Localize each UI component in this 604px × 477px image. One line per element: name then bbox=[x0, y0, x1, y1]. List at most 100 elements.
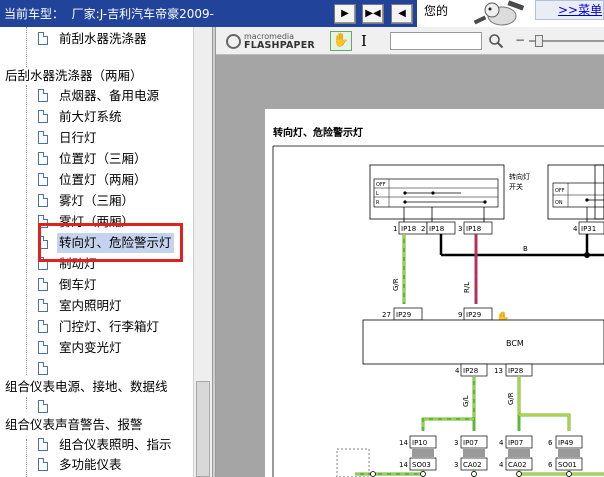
connector-so03: 14 SO03 bbox=[399, 457, 437, 471]
mascot-logo bbox=[473, 0, 525, 26]
svg-text:4: 4 bbox=[573, 225, 578, 233]
current-model-label: 当前车型： 厂家:J-吉利汽车帝豪2009- bbox=[4, 7, 215, 21]
document-icon bbox=[38, 152, 48, 165]
wiring-diagram: OFF L R 转向灯开关 OFF ON 1 IP18 2 IP18 3 IP1… bbox=[272, 145, 604, 477]
expand-icon: ▶◀ bbox=[365, 8, 381, 19]
connector-ip49: 6 IP49 bbox=[548, 435, 583, 449]
search-input[interactable] bbox=[390, 32, 482, 50]
connector-ca02-2: 4 CA02 bbox=[499, 457, 533, 471]
svg-text:CA02: CA02 bbox=[508, 461, 527, 469]
svg-text:R/L: R/L bbox=[463, 282, 471, 293]
document-icon bbox=[38, 131, 48, 144]
document-icon bbox=[38, 278, 48, 291]
flashpaper-toolbar: macromedia FLASHPAPER ✋ I − bbox=[216, 27, 604, 55]
sidebar-tree: 前刮水器洗涤器 后刮水器洗涤器（两厢） 点烟器、备用电源 前大灯系统 日行灯 位… bbox=[0, 27, 212, 477]
connector-ip31: 4 IP31 bbox=[573, 221, 604, 235]
tree-guide-line bbox=[26, 397, 27, 409]
zoom-slider[interactable]: − bbox=[515, 34, 604, 48]
svg-text:9: 9 bbox=[458, 311, 462, 319]
svg-text:IP29: IP29 bbox=[466, 311, 481, 319]
document-icon bbox=[38, 299, 48, 312]
document-page[interactable]: 转向灯、危险警示灯 OFF L R 转向灯开关 OFF ON 1 IP18 2 … bbox=[265, 109, 604, 477]
svg-text:4: 4 bbox=[499, 439, 504, 447]
svg-text:3: 3 bbox=[454, 461, 458, 469]
document-icon bbox=[38, 194, 48, 207]
tree-folder-cluster-warning[interactable]: 组合仪表声音警告、报警 bbox=[5, 415, 143, 435]
svg-text:6: 6 bbox=[548, 439, 553, 447]
zoom-slider-knob[interactable] bbox=[535, 35, 543, 47]
svg-text:B: B bbox=[523, 245, 528, 253]
tree-guide-line bbox=[26, 85, 27, 375]
document-icon bbox=[38, 32, 48, 45]
svg-text:BCM: BCM bbox=[506, 339, 524, 348]
svg-text:L: L bbox=[376, 191, 379, 197]
connector-ip29-1: 27 IP29 bbox=[382, 307, 423, 321]
svg-text:4: 4 bbox=[499, 461, 504, 469]
selection-highlight-box bbox=[38, 223, 183, 262]
svg-text:IP18: IP18 bbox=[401, 225, 416, 233]
svg-text:3: 3 bbox=[458, 225, 462, 233]
svg-text:IP07: IP07 bbox=[508, 439, 523, 447]
svg-text:IP28: IP28 bbox=[463, 367, 478, 375]
flashpaper-logo: macromedia FLASHPAPER bbox=[224, 32, 324, 51]
turn-signal-switch: OFF L R 转向灯开关 bbox=[369, 164, 530, 224]
tree-guide-line bbox=[26, 27, 27, 67]
svg-text:3: 3 bbox=[454, 439, 458, 447]
tree-folder-rear-wiper[interactable]: 后刮水器洗涤器（两厢） bbox=[5, 66, 143, 86]
macromedia-logo-icon bbox=[226, 34, 241, 49]
svg-text:G/R: G/R bbox=[392, 278, 400, 291]
sidebar-scrollbar[interactable] bbox=[193, 27, 212, 477]
tree-folder-cluster-power[interactable]: 组合仪表电源、接地、数据线 bbox=[5, 377, 168, 397]
search-icon[interactable] bbox=[488, 33, 504, 49]
connector-so01: 6 SO01 bbox=[548, 457, 583, 471]
svg-text:IP28: IP28 bbox=[508, 367, 523, 375]
triangle-left-icon: ◀ bbox=[398, 8, 406, 19]
svg-text:转向灯开关: 转向灯开关 bbox=[509, 172, 530, 191]
connector-ip28-2: 13 IP28 bbox=[494, 363, 533, 377]
document-icon bbox=[38, 341, 48, 354]
top-bar: 当前车型： 厂家:J-吉利汽车帝豪2009- ▶ ▶◀ ◀ 您的 >>菜单 bbox=[0, 0, 604, 27]
svg-text:ON: ON bbox=[555, 200, 563, 206]
bcm-module: BCM bbox=[362, 319, 604, 365]
text-cursor-icon: I bbox=[361, 32, 367, 50]
svg-text:4: 4 bbox=[455, 367, 460, 375]
document-icon bbox=[38, 438, 48, 451]
svg-text:IP49: IP49 bbox=[558, 439, 573, 447]
svg-text:R: R bbox=[376, 200, 380, 206]
connector-ip07-1: 3 IP07 bbox=[454, 435, 488, 449]
svg-text:13: 13 bbox=[494, 367, 503, 375]
document-icon bbox=[38, 110, 48, 123]
nav-prev-button[interactable]: ▶ bbox=[334, 4, 356, 24]
connector-ca02-1: 3 CA02 bbox=[454, 457, 488, 471]
document-icon bbox=[38, 320, 48, 333]
svg-text:IP31: IP31 bbox=[581, 225, 596, 233]
greeting-text: 您的 bbox=[424, 4, 449, 18]
nav-next-button[interactable]: ◀ bbox=[391, 4, 413, 24]
zoom-out-icon[interactable]: − bbox=[515, 34, 527, 48]
svg-text:OFF: OFF bbox=[555, 188, 565, 194]
menu-link[interactable]: >>菜单 bbox=[535, 0, 604, 20]
hand-icon: ✋ bbox=[332, 33, 350, 48]
sidebar-scroll-thumb[interactable] bbox=[196, 381, 210, 477]
connector-ip07-2: 4 IP07 bbox=[499, 435, 533, 449]
connector-ip10: 14 IP10 bbox=[399, 435, 437, 449]
svg-text:2: 2 bbox=[421, 225, 425, 233]
nav-fit-button[interactable]: ▶◀ bbox=[362, 4, 384, 24]
svg-text:IP18: IP18 bbox=[466, 225, 481, 233]
connector-ip29-2: 9 IP29 bbox=[458, 307, 493, 321]
document-icon bbox=[38, 89, 48, 102]
svg-text:G/R: G/R bbox=[507, 392, 515, 405]
svg-text:OFF: OFF bbox=[376, 182, 386, 188]
svg-text:SO01: SO01 bbox=[558, 461, 577, 469]
svg-text:IP18: IP18 bbox=[429, 225, 444, 233]
svg-text:IP10: IP10 bbox=[412, 439, 427, 447]
hand-tool-button[interactable]: ✋ bbox=[330, 31, 352, 51]
svg-text:27: 27 bbox=[382, 311, 391, 319]
svg-text:6: 6 bbox=[548, 461, 553, 469]
svg-text:1: 1 bbox=[393, 225, 397, 233]
svg-text:IP07: IP07 bbox=[463, 439, 478, 447]
text-select-tool-button[interactable]: I bbox=[357, 31, 371, 51]
triangle-right-icon: ▶ bbox=[341, 8, 349, 19]
manufacturer-text: 厂家:J-吉利汽车帝豪2009- bbox=[71, 7, 215, 21]
svg-text:SO03: SO03 bbox=[412, 461, 431, 469]
